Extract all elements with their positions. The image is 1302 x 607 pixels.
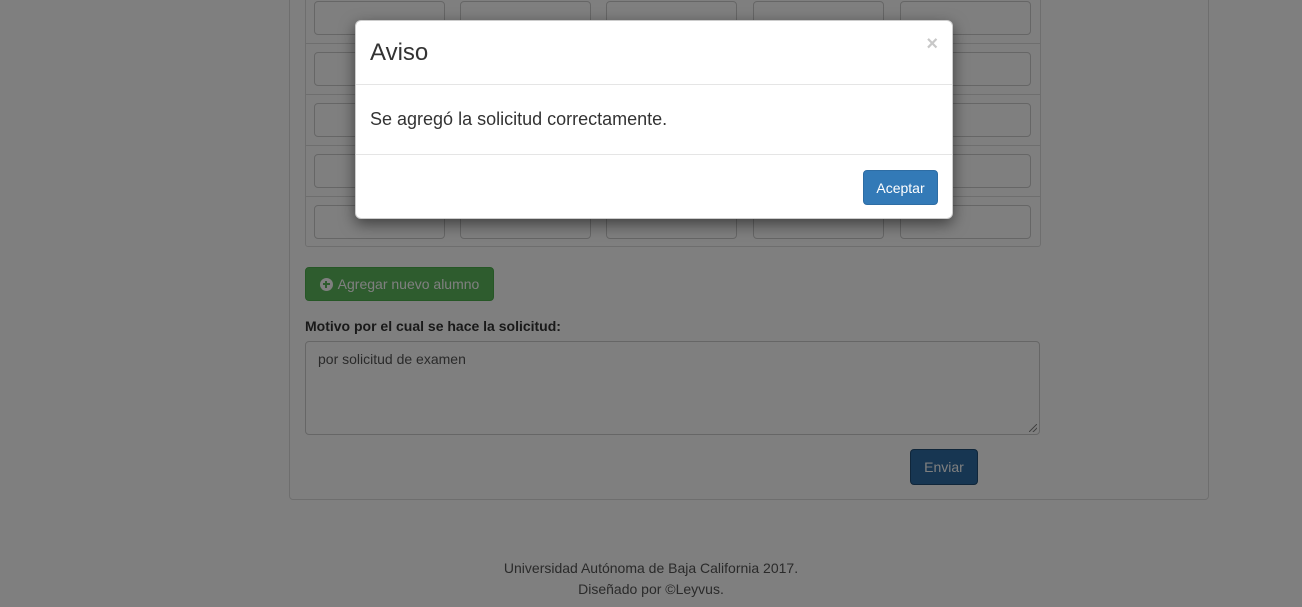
notice-modal: Aviso × Se agregó la solicitud correctam… [355,20,953,219]
modal-message: Se agregó la solicitud correctamente. [370,109,668,129]
modal-body: Se agregó la solicitud correctamente. [356,85,952,155]
modal-header: Aviso × [356,21,952,85]
close-icon[interactable]: × [926,33,938,56]
modal-title: Aviso [370,39,429,66]
accept-button[interactable]: Aceptar [863,170,938,205]
